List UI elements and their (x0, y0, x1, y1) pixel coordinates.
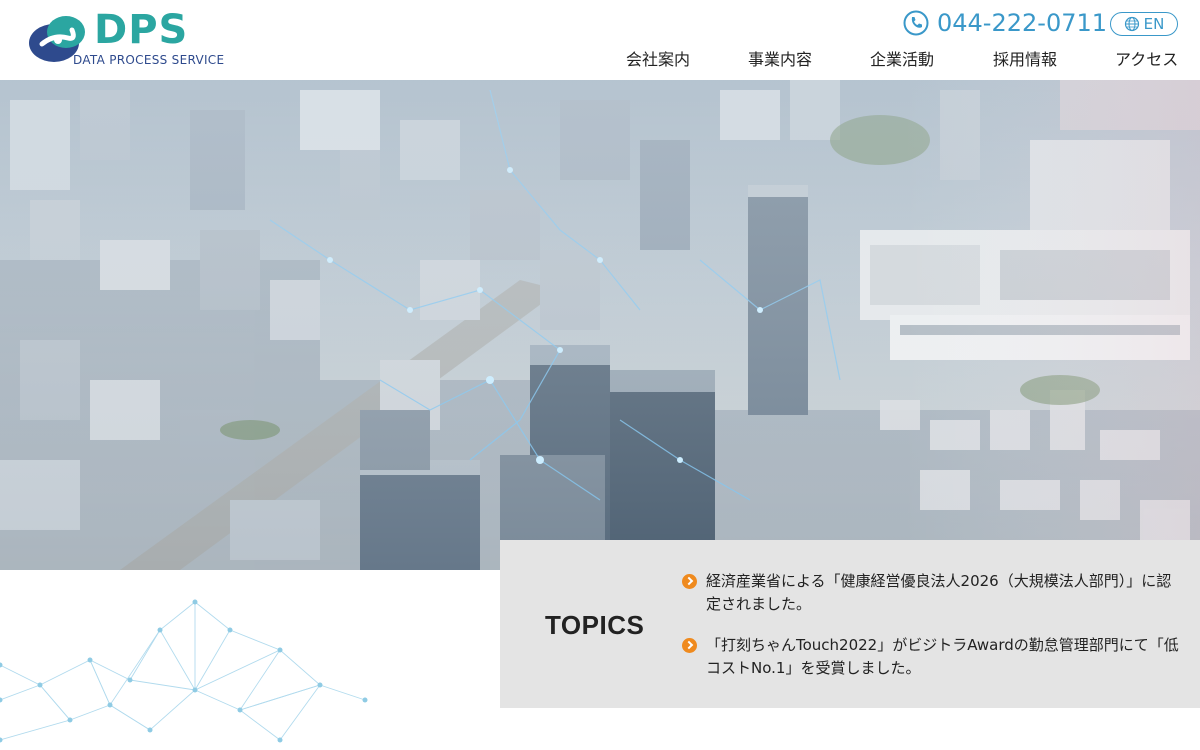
site-header: DPS DATA PROCESS SERVICE 044-222-0711 EN… (0, 0, 1200, 80)
language-label: EN (1143, 15, 1165, 33)
nav-item-business[interactable]: 事業内容 (748, 46, 812, 70)
phone-icon (903, 10, 929, 36)
globe-icon (1124, 16, 1139, 32)
nav-item-activities[interactable]: 企業活動 (870, 46, 934, 70)
city-aerial-illustration (0, 80, 1200, 570)
nav-item-access[interactable]: アクセス (1115, 46, 1178, 70)
nav-item-company[interactable]: 会社案内 (626, 46, 690, 70)
topics-panel: TOPICS 経済産業省による「健康経営優良法人2026（大規模法人部門）」に認… (500, 540, 1200, 708)
topic-item[interactable]: 経済産業省による「健康経営優良法人2026（大規模法人部門）」に認定されました。 (682, 570, 1182, 616)
language-switch[interactable]: EN (1110, 12, 1178, 36)
topic-text[interactable]: 経済産業省による「健康経営優良法人2026（大規模法人部門）」に認定されました。 (706, 570, 1182, 616)
chevron-right-circle-icon (682, 638, 697, 653)
topic-item[interactable]: 「打刻ちゃんTouch2022」がビジトラAwardの勤怠管理部門にて「低コスト… (682, 634, 1182, 680)
hero-image (0, 80, 1200, 570)
topics-heading: TOPICS (545, 610, 645, 640)
phone-number: 044-222-0711 (937, 9, 1108, 37)
nav-item-recruit[interactable]: 採用情報 (993, 46, 1057, 70)
chevron-right-circle-icon (682, 574, 697, 589)
topic-text[interactable]: 「打刻ちゃんTouch2022」がビジトラAwardの勤怠管理部門にて「低コスト… (706, 634, 1182, 680)
phone-link[interactable]: 044-222-0711 (903, 8, 1107, 38)
main-nav: 会社案内 事業内容 企業活動 採用情報 アクセス (0, 46, 1200, 70)
network-decoration (0, 599, 368, 743)
